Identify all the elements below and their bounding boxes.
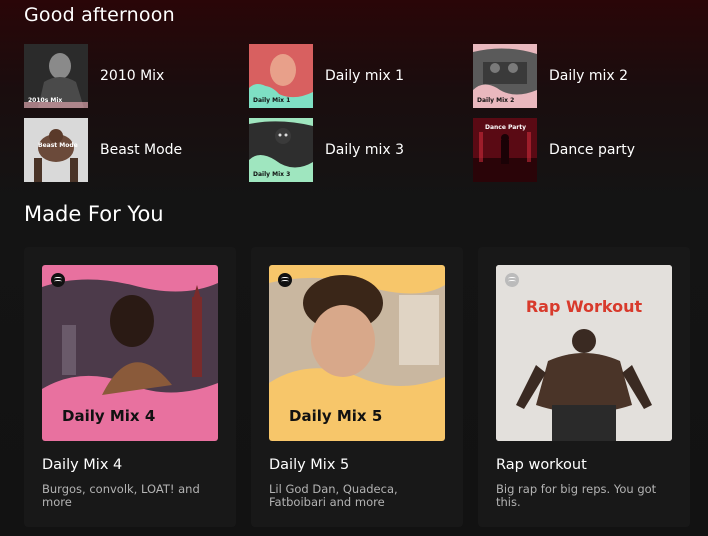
quick-pick-title: Daily mix 1: [325, 68, 405, 84]
thumb-label: Dance Party: [485, 124, 527, 131]
quick-pick-daily-mix-2[interactable]: Daily Mix 2 Daily mix 2: [473, 44, 683, 108]
thumb-label: Daily Mix 3: [253, 171, 291, 178]
playlist-cover: Dance Party: [473, 118, 537, 182]
spotify-logo-icon: [505, 273, 519, 287]
card-daily-mix-5[interactable]: Daily Mix 5 Daily Mix 5 Lil God Dan, Qua…: [251, 247, 463, 527]
thumb-label: Daily Mix 1: [253, 97, 291, 104]
quick-pick-daily-mix-1[interactable]: Daily Mix 1 Daily mix 1: [249, 44, 459, 108]
thumb-label: 2010s Mix: [28, 97, 63, 104]
thumb-label: Daily Mix 2: [477, 97, 515, 104]
playlist-cover: Daily Mix 5: [269, 265, 445, 441]
thumb-label: Beast Mode: [38, 142, 78, 149]
card-description: Lil God Dan, Quadeca, Fatboibari and mor…: [269, 482, 398, 509]
quick-pick-beast-mode[interactable]: Beast Mode Beast Mode: [24, 118, 234, 182]
card-daily-mix-4[interactable]: Daily Mix 4 Daily Mix 4 Burgos, convolk,…: [24, 247, 236, 527]
playlist-cover: Daily Mix 4: [42, 265, 218, 441]
playlist-cover: Daily Mix 1: [249, 44, 313, 108]
spotify-logo-icon: [278, 273, 292, 287]
cover-title: Daily Mix 5: [289, 407, 383, 425]
cover-title: Daily Mix 4: [62, 407, 156, 425]
quick-pick-title: Beast Mode: [100, 142, 183, 158]
card-title: Rap workout: [496, 457, 587, 473]
quick-pick-title: Daily mix 2: [549, 68, 629, 84]
spotify-logo-icon: [51, 273, 65, 287]
quick-pick-title: 2010 Mix: [100, 68, 165, 84]
quick-pick-title: Daily mix 3: [325, 142, 405, 158]
playlist-cover: Daily Mix 2: [473, 44, 537, 108]
quick-pick-title: Dance party: [549, 142, 635, 158]
card-rap-workout[interactable]: Rap Workout Rap workout Big rap for big …: [478, 247, 690, 527]
card-title: Daily Mix 5: [269, 457, 350, 473]
cover-title: Rap Workout: [525, 297, 643, 316]
quick-pick-2010-mix[interactable]: 2010s Mix 2010 Mix: [24, 44, 234, 108]
athlete-image: [24, 118, 88, 182]
playlist-cover: Rap Workout: [496, 265, 672, 441]
card-title: Daily Mix 4: [42, 457, 123, 473]
card-description: Burgos, convolk, LOAT! and more: [42, 482, 200, 509]
playlist-cover: Daily Mix 3: [249, 118, 313, 182]
quick-pick-daily-mix-3[interactable]: Daily Mix 3 Daily mix 3: [249, 118, 459, 182]
playlist-cover: 2010s Mix: [24, 44, 88, 108]
section-title-made-for-you[interactable]: Made For You: [24, 202, 164, 226]
greeting-heading: Good afternoon: [24, 4, 175, 26]
playlist-cover: Beast Mode: [24, 118, 88, 182]
athlete-back-image: [496, 265, 672, 441]
quick-pick-dance-party[interactable]: Dance Party Dance party: [473, 118, 683, 182]
card-description: Big rap for big reps. You got this.: [496, 482, 657, 509]
